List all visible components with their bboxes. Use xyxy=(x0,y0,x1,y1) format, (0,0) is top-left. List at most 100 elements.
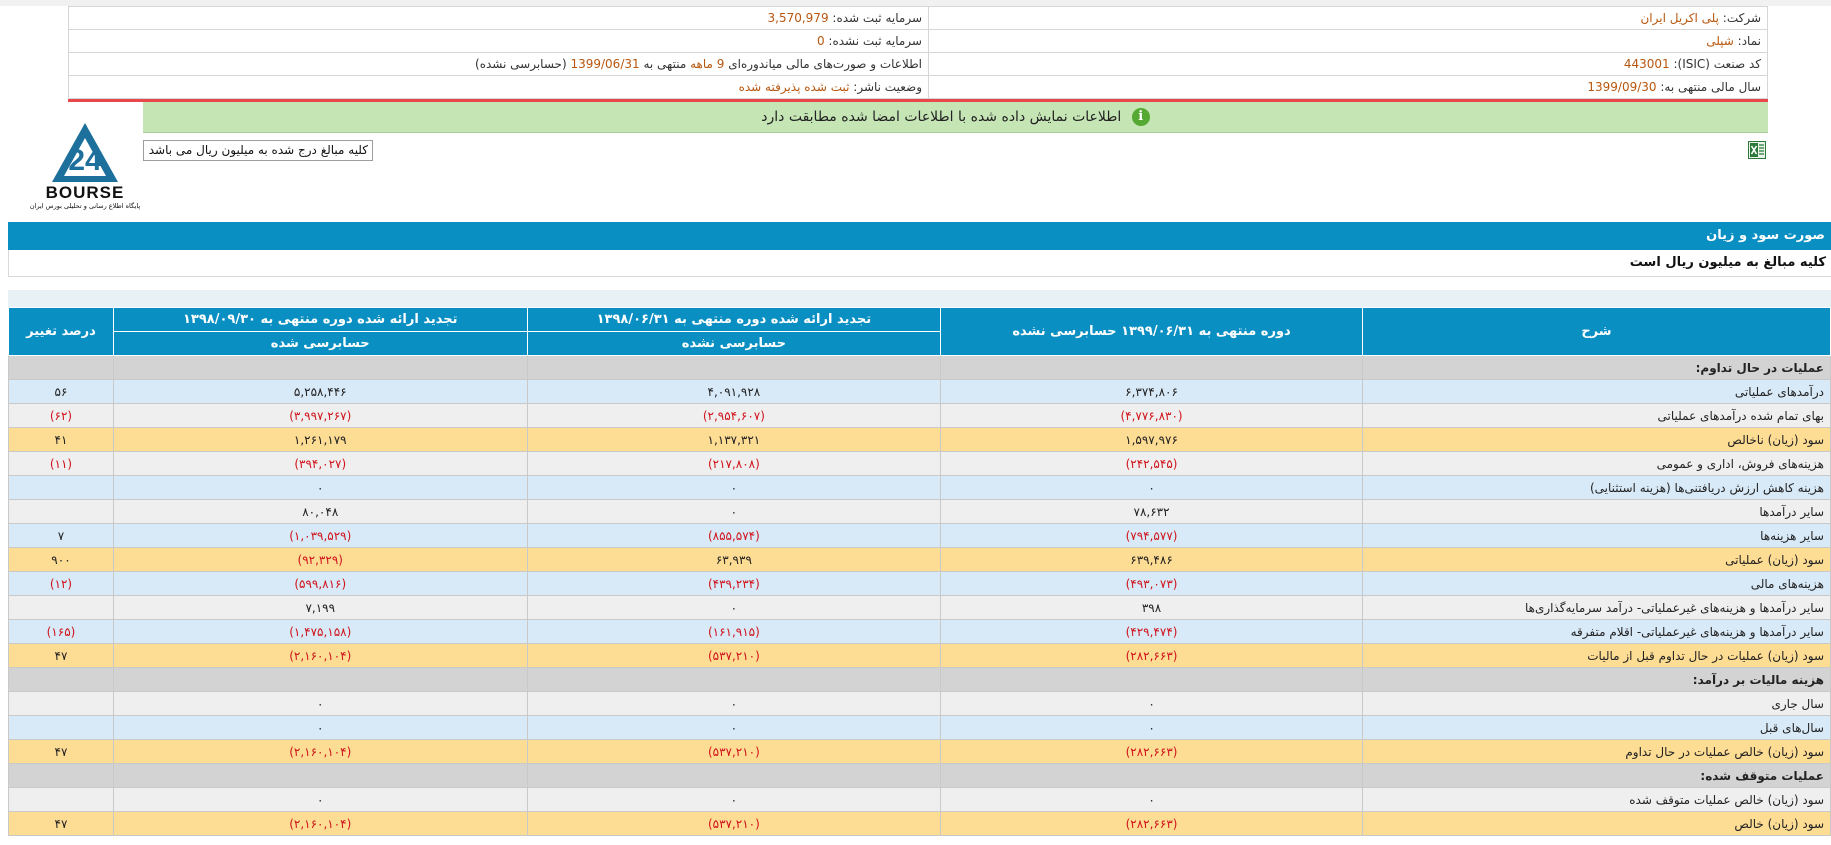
row-value-c3: ۰ xyxy=(112,787,528,812)
row-value-c4: ۷ xyxy=(8,523,114,548)
row-value-c1: ۷۸,۶۳۲ xyxy=(940,499,1363,524)
row-description: سایر درآمدها و هزینه‌های غیرعملیاتی- درآ… xyxy=(1361,595,1831,620)
row-description: سود (زیان) خالص عملیات متوقف شده xyxy=(1361,787,1831,812)
symbol-value[interactable]: شپلی xyxy=(1706,34,1734,48)
row-value-c2: ۰ xyxy=(526,691,942,716)
isic-label: کد صنعت (ISIC): xyxy=(1673,57,1761,71)
table-row: سود (زیان) عملیات در حال تداوم قبل از ما… xyxy=(8,643,1831,668)
row-value-c2 xyxy=(526,763,942,788)
row-value-c4: ۴۷ xyxy=(8,739,114,764)
row-value-c3: ۰ xyxy=(112,475,528,500)
row-value-c1: ۳۹۸ xyxy=(940,595,1363,620)
row-value-c2: (۲,۹۵۴,۶۰۷) xyxy=(526,403,942,428)
statement-post: (حسابرسی نشده) xyxy=(475,57,567,71)
notice-text: اطلاعات نمایش داده شده با اطلاعات امضا ش… xyxy=(761,109,1122,125)
logo-mark-icon: 24 BOURSE پایگاه اطلاع رسانی و تحلیلی بو… xyxy=(30,123,140,210)
row-value-c3: (۵۹۹,۸۱۶) xyxy=(112,571,528,596)
row-description: عملیات متوقف شده: xyxy=(1361,763,1831,788)
row-value-c1: (۲۸۲,۶۶۳) xyxy=(940,643,1363,668)
row-value-c1: ۱,۵۹۷,۹۷۶ xyxy=(940,427,1363,452)
publisher-value: ثبت شده پذیرفته شده xyxy=(738,80,850,94)
spacer-band xyxy=(8,290,1831,308)
row-value-c1: ۰ xyxy=(940,475,1363,500)
table-row: هزینه‌های مالی (۴۹۳,۰۷۳) (۴۳۹,۲۳۴) (۵۹۹,۸۱۶… xyxy=(8,571,1831,596)
row-value-c4: ۴۱ xyxy=(8,427,114,452)
row-value-c3: ۱,۲۶۱,۱۷۹ xyxy=(112,427,528,452)
symbol-cell: نماد: شپلی xyxy=(928,29,1768,53)
table-row: هزینه‌های فروش، اداری و عمومی (۲۴۲,۵۴۵) (۲… xyxy=(8,451,1831,476)
table-row: سود (زیان) عملیاتی ۶۳۹,۴۸۶ ۶۳,۹۳۹ (۹۲,۳۲۹) ۹… xyxy=(8,547,1831,572)
section-row: هزینه مالیات بر درآمد: xyxy=(8,667,1831,692)
row-description: سود (زیان) عملیات در حال تداوم قبل از ما… xyxy=(1361,643,1831,668)
row-value-c1 xyxy=(940,763,1363,788)
isic-cell: کد صنعت (ISIC): 443001 xyxy=(928,52,1768,76)
row-value-c1: ۶,۳۷۴,۸۰۶ xyxy=(940,379,1363,404)
row-value-c3: ۰ xyxy=(112,691,528,716)
row-value-c4 xyxy=(8,475,114,500)
row-description: درآمدهای عملیاتی xyxy=(1361,379,1831,404)
excel-export-icon[interactable] xyxy=(1748,141,1766,159)
statement-pre: اطلاعات و صورت‌های مالی میاندوره‌ای xyxy=(728,57,922,71)
row-value-c4: ۴۷ xyxy=(8,811,114,836)
table-body: عملیات در حال تداوم: درآمدهای عملیاتی ۶,۳۷… xyxy=(8,355,1831,836)
unreg-capital-value: 0 xyxy=(816,34,825,48)
company-value[interactable]: پلی اکریل ایران xyxy=(1640,11,1718,25)
header-restated-6m: تجدید ارائه شده دوره منتهی به ۱۳۹۸/۰۶/۳۱ xyxy=(526,307,942,332)
section-subtitle: کلیه مبالغ به میلیون ریال است xyxy=(8,250,1831,277)
row-value-c4: ۴۷ xyxy=(8,643,114,668)
row-value-c4 xyxy=(8,355,114,380)
row-value-c3: (۹۲,۳۲۹) xyxy=(112,547,528,572)
row-value-c4 xyxy=(8,787,114,812)
row-value-c3 xyxy=(112,355,528,380)
row-description: هزینه مالیات بر درآمد: xyxy=(1361,667,1831,692)
row-value-c4: (۱۱) xyxy=(8,451,114,476)
table-row: سال‌های قبل ۰ ۰ ۰ xyxy=(8,715,1831,740)
row-description: هزینه‌های فروش، اداری و عمومی xyxy=(1361,451,1831,476)
row-value-c1: ۰ xyxy=(940,787,1363,812)
bourse24-logo[interactable]: 24 BOURSE پایگاه اطلاع رسانی و تحلیلی بو… xyxy=(30,120,140,210)
row-description: سود (زیان) ناخالص xyxy=(1361,427,1831,452)
logo-text: BOURSE xyxy=(46,183,125,202)
header-current: دوره منتهی به ۱۳۹۹/۰۶/۳۱ حسابرسی نشده xyxy=(940,307,1363,356)
row-description: سود (زیان) خالص xyxy=(1361,811,1831,836)
income-statement-table: شرح دوره منتهی به ۱۳۹۹/۰۶/۳۱ حسابرسی نشد… xyxy=(8,307,1831,836)
row-value-c2: ۰ xyxy=(526,715,942,740)
row-value-c3: (۱,۴۷۵,۱۵۸) xyxy=(112,619,528,644)
row-description: عملیات در حال تداوم: xyxy=(1361,355,1831,380)
fiscal-cell: سال مالی منتهی به: 1399/09/30 xyxy=(928,75,1768,99)
row-description: بهای تمام شده درآمدهای عملیاتی xyxy=(1361,403,1831,428)
section-subtitle-text: کلیه مبالغ به میلیون ریال است xyxy=(1629,255,1826,270)
row-value-c4 xyxy=(8,715,114,740)
row-value-c3: ۸۰,۰۴۸ xyxy=(112,499,528,524)
publisher-label: وضعیت ناشر: xyxy=(853,80,922,94)
row-value-c2 xyxy=(526,355,942,380)
row-value-c1: ۰ xyxy=(940,691,1363,716)
row-description: سال جاری xyxy=(1361,691,1831,716)
row-value-c1 xyxy=(940,355,1363,380)
fiscal-value: 1399/09/30 xyxy=(1587,80,1657,94)
row-value-c3 xyxy=(112,763,528,788)
fiscal-label: سال مالی منتهی به: xyxy=(1660,80,1761,94)
row-value-c1: (۲۸۲,۶۶۳) xyxy=(940,811,1363,836)
symbol-label: نماد: xyxy=(1737,34,1761,48)
table-row: سود (زیان) خالص عملیات در حال تداوم (۲۸۲,… xyxy=(8,739,1831,764)
row-value-c1: ۰ xyxy=(940,715,1363,740)
table-row: سایر درآمدها ۷۸,۶۳۲ ۰ ۸۰,۰۴۸ xyxy=(8,499,1831,524)
company-info-table: شرکت: پلی اکریل ایران سرمایه ثبت شده: 3,… xyxy=(68,6,1768,99)
row-value-c2: ۱,۱۳۷,۳۲۱ xyxy=(526,427,942,452)
row-value-c2: (۲۱۷,۸۰۸) xyxy=(526,451,942,476)
row-value-c4 xyxy=(8,691,114,716)
statement-date: 1399/06/31 xyxy=(570,57,640,71)
company-label: شرکت: xyxy=(1722,11,1761,25)
statement-cell: اطلاعات و صورت‌های مالی میاندوره‌ای 9 ما… xyxy=(68,52,929,76)
publisher-cell: وضعیت ناشر: ثبت شده پذیرفته شده xyxy=(68,75,929,99)
row-description: سال‌های قبل xyxy=(1361,715,1831,740)
row-value-c3 xyxy=(112,667,528,692)
row-value-c4: (۱۶۵) xyxy=(8,619,114,644)
row-value-c1: (۴۲۹,۴۷۴) xyxy=(940,619,1363,644)
table-row: سال جاری ۰ ۰ ۰ xyxy=(8,691,1831,716)
row-value-c4 xyxy=(8,499,114,524)
table-row: سایر درآمدها و هزینه‌های غیرعملیاتی- اقل… xyxy=(8,619,1831,644)
match-notice: i اطلاعات نمایش داده شده با اطلاعات امضا… xyxy=(143,102,1768,133)
section-row: عملیات متوقف شده: xyxy=(8,763,1831,788)
